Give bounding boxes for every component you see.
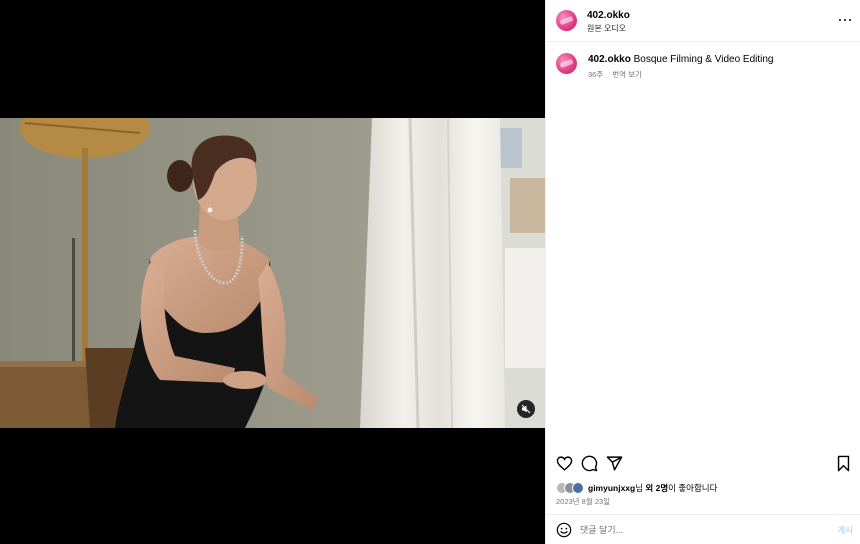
comment-input[interactable] [580,523,820,537]
more-horizontal-icon [839,18,842,22]
post-comment-button[interactable]: 게시 [837,524,853,536]
caption-text: Bosque Filming & Video Editing [630,54,774,65]
liker-avatar [572,482,584,494]
heart-icon[interactable] [556,455,573,472]
caption: 402.okko Bosque Filming & Video Editing [588,54,774,65]
username-link[interactable]: 402.okko [587,10,630,21]
media-area [0,0,545,544]
post-details-panel: 402.okko 원본 오디오 402.okko Bosque Filming … [545,0,860,544]
caption-avatar[interactable] [556,53,577,74]
video-frame [0,118,545,428]
speaker-muted-icon [521,404,531,414]
comment-bar: 게시 [546,514,860,544]
video-player[interactable] [0,118,545,428]
likes-text: gimyunjxxg님 외 2명이 좋아합니다 [588,483,718,493]
mute-button[interactable] [517,400,535,418]
likes-others-link[interactable]: 외 2명 [645,483,668,493]
caption-meta: 36주 번역 보기 [588,69,651,80]
post-dialog: 402.okko 원본 오디오 402.okko Bosque Filming … [0,0,860,544]
audio-link[interactable]: 원본 오디오 [587,23,626,34]
translate-link[interactable]: 번역 보기 [612,70,642,79]
caption-username[interactable]: 402.okko [588,54,631,65]
avatar[interactable] [556,10,577,31]
likes-summary: gimyunjxxg님 외 2명이 좋아합니다 [556,481,717,495]
more-options-button[interactable] [839,14,851,26]
post-date: 2023년 8월 23일 [556,497,611,506]
liker-username[interactable]: gimyunjxxg [588,483,635,493]
paper-plane-icon[interactable] [606,455,623,472]
post-age: 36주 [588,70,604,79]
smiley-icon[interactable] [556,522,572,538]
post-header: 402.okko 원본 오디오 [546,0,860,42]
bookmark-icon[interactable] [836,455,851,472]
comment-bubble-icon[interactable] [581,455,598,472]
action-bar [546,452,860,474]
